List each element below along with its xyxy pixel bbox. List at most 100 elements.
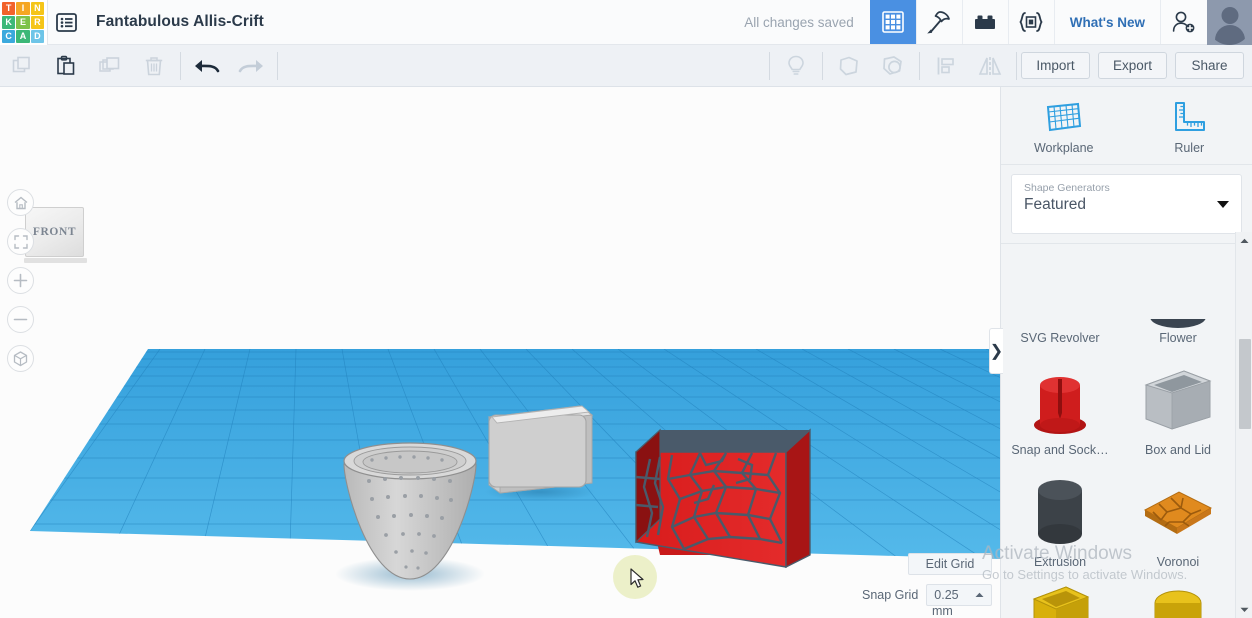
copy-button[interactable] (0, 45, 44, 87)
mirror-button[interactable] (968, 45, 1012, 87)
strainer-funnel-shape[interactable] (343, 442, 477, 580)
lego-brick-icon (975, 15, 996, 29)
box-and-lid-thumb (1140, 359, 1216, 441)
trash-icon (145, 56, 163, 75)
yellow-container-thumb (1022, 583, 1098, 618)
zoom-out-button[interactable] (7, 306, 34, 333)
shape-generators-label: Shape Generators (1024, 182, 1110, 194)
logo-tile-e: E (16, 16, 30, 29)
design-viewport[interactable]: Workplane FRONT (0, 87, 1000, 618)
undo-button[interactable] (185, 45, 229, 87)
toolbar-divider-5 (918, 51, 920, 80)
toolbar-divider-1 (180, 51, 181, 80)
add-user-button[interactable] (1160, 0, 1207, 44)
voronoi-shape-icon (1143, 491, 1213, 534)
logo-tile-t: T (2, 2, 16, 15)
codeblocks-icon (1019, 12, 1043, 32)
copy-icon (12, 56, 30, 72)
scrollbar-thumb[interactable] (1239, 339, 1251, 429)
panel-tools-row: Workplane Ruler (1001, 87, 1252, 165)
shape-generators-dropdown[interactable]: Shape Generators Featured (1011, 174, 1242, 234)
yellow-cylinder-shape-icon (1154, 590, 1202, 618)
toolbar-divider-4 (821, 51, 823, 80)
group-button[interactable] (827, 45, 871, 87)
collapse-panel-button[interactable]: ❯ (989, 328, 1003, 374)
share-button[interactable]: Share (1175, 52, 1244, 79)
avatar-head (1221, 7, 1238, 24)
shape-item-yellow-cylinder[interactable] (1119, 583, 1237, 618)
home-view-button[interactable] (7, 189, 34, 216)
export-button[interactable]: Export (1097, 52, 1167, 79)
whats-new-link[interactable]: What's New (1053, 0, 1160, 44)
toolbar-divider-3 (768, 51, 770, 80)
view-cube[interactable]: FRONT (24, 207, 88, 265)
shapes-panel-scrollbar[interactable] (1235, 232, 1252, 618)
snap-and-socket-shape-icon (1034, 377, 1086, 434)
logo-tile-r: R (30, 16, 44, 29)
redo-arrow-icon (238, 59, 263, 72)
shape-generator-grid[interactable]: SVG Revolver Flower Snap and Sock… Box a… (1001, 319, 1237, 618)
box-and-lid-shape-icon (1144, 370, 1212, 430)
zoom-in-button[interactable] (7, 267, 34, 294)
edit-grid-button[interactable]: Edit Grid (908, 553, 992, 575)
chevron-up-icon (975, 592, 984, 597)
avatar[interactable] (1207, 0, 1252, 45)
shape-label: Box and Lid (1144, 443, 1212, 457)
shape-item-svg-revolver[interactable]: SVG Revolver (1001, 319, 1119, 345)
project-list-icon (56, 12, 77, 32)
shape-item-box-and-lid[interactable]: Box and Lid (1119, 359, 1237, 457)
shape-row-partial-bottom (1001, 583, 1237, 618)
hint-button[interactable] (774, 45, 818, 87)
grid-apps-button[interactable] (869, 0, 916, 44)
tinkercad-app: T I N K E R C A D Fantabulous Allis-Crif… (0, 0, 1252, 618)
cube-perspective-icon (13, 350, 28, 366)
rounded-box-shape[interactable] (487, 405, 594, 494)
shape-item-extrusion[interactable]: Extrusion (1001, 471, 1119, 569)
workplane-3d-scene[interactable]: Workplane (0, 87, 1000, 618)
shapes-panel: Workplane Ruler Shape Generators Feature… (1000, 87, 1252, 618)
shape-item-voronoi[interactable]: Voronoi (1119, 471, 1237, 569)
ruler-tool[interactable]: Ruler (1127, 87, 1252, 164)
codeblocks-button[interactable] (1007, 0, 1054, 44)
shape-row-partial-top: SVG Revolver Flower (1001, 319, 1237, 345)
workplane-tool-label: Workplane (1033, 140, 1094, 155)
fit-to-view-button[interactable] (7, 228, 34, 255)
snap-grid-select[interactable]: 0.25 (926, 584, 993, 606)
voronoi-box-shape[interactable] (635, 428, 811, 569)
snap-socket-thumb (1025, 359, 1095, 441)
workplane-tool[interactable]: Workplane (1001, 87, 1127, 164)
shape-item-flower[interactable]: Flower (1119, 319, 1237, 345)
tinkercad-logo[interactable]: T I N K E R C A D (0, 0, 47, 45)
chevron-down-icon (1240, 607, 1249, 612)
minecraft-button[interactable] (915, 0, 962, 44)
shape-generators-value: Featured (1024, 196, 1087, 213)
flower-shape-icon (1150, 319, 1206, 328)
scroll-down-button[interactable] (1236, 601, 1252, 618)
snap-grid-value: 0.25 (934, 588, 959, 602)
perspective-toggle-button[interactable] (7, 345, 34, 372)
header-spacer (264, 0, 728, 44)
page-title[interactable]: Fantabulous Allis-Crift (85, 0, 264, 44)
project-list-button[interactable] (47, 0, 85, 44)
toolbar-divider-6 (1015, 51, 1017, 80)
redo-button[interactable] (229, 45, 273, 87)
shape-label: Flower (1159, 331, 1197, 345)
workplane-watermark-text: Workplane (13, 575, 101, 607)
duplicate-button[interactable] (88, 45, 132, 87)
logo-tile-k: K (2, 16, 16, 29)
lightbulb-icon (788, 55, 804, 75)
paste-icon (57, 55, 75, 75)
lego-bricks-button[interactable] (961, 0, 1008, 44)
chevron-down-icon[interactable] (1217, 201, 1229, 208)
import-button[interactable]: Import (1020, 52, 1090, 79)
shape-item-yellow-container[interactable] (1001, 583, 1119, 618)
minecraft-pickaxe-icon (927, 11, 951, 34)
delete-button[interactable] (132, 45, 176, 87)
edit-toolbar: Import Export Share (0, 45, 1252, 87)
paste-button[interactable] (44, 45, 88, 87)
shape-item-snap-and-socket[interactable]: Snap and Sock… (1001, 359, 1119, 457)
scroll-up-button[interactable] (1236, 232, 1252, 249)
ungroup-button[interactable] (871, 45, 915, 87)
logo-tile-a: A (16, 30, 30, 43)
align-button[interactable] (924, 45, 968, 87)
